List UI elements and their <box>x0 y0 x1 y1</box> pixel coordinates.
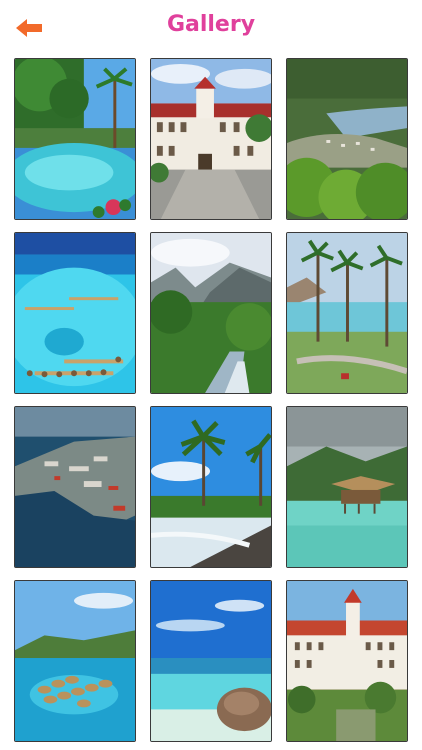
gallery-photo-colonial-mansion[interactable] <box>150 58 272 220</box>
photo-grid <box>14 58 408 742</box>
gallery-photo-overwater-bungalows-lagoon[interactable] <box>14 232 136 394</box>
gallery-photo-aerial-coast-valley[interactable] <box>286 58 408 220</box>
gallery-photo-black-sand-beach-palms[interactable] <box>150 406 272 568</box>
gallery-photo-white-hotel-red-roof[interactable] <box>286 580 408 742</box>
gallery-photo-island-bungalows-aerial[interactable] <box>14 580 136 742</box>
gallery-photo-pool-with-palms[interactable] <box>14 58 136 220</box>
gallery-photo-overwater-hut-mountains[interactable] <box>286 406 408 568</box>
gallery-photo-turquoise-beach-rock[interactable] <box>150 580 272 742</box>
page-title: Gallery <box>166 12 256 37</box>
gallery-photo-harbor-aerial[interactable] <box>14 406 136 568</box>
gallery-photo-mountain-valley-river[interactable] <box>150 232 272 394</box>
header: Gallery <box>0 0 422 56</box>
gallery-photo-resort-palms-beach[interactable] <box>286 232 408 394</box>
